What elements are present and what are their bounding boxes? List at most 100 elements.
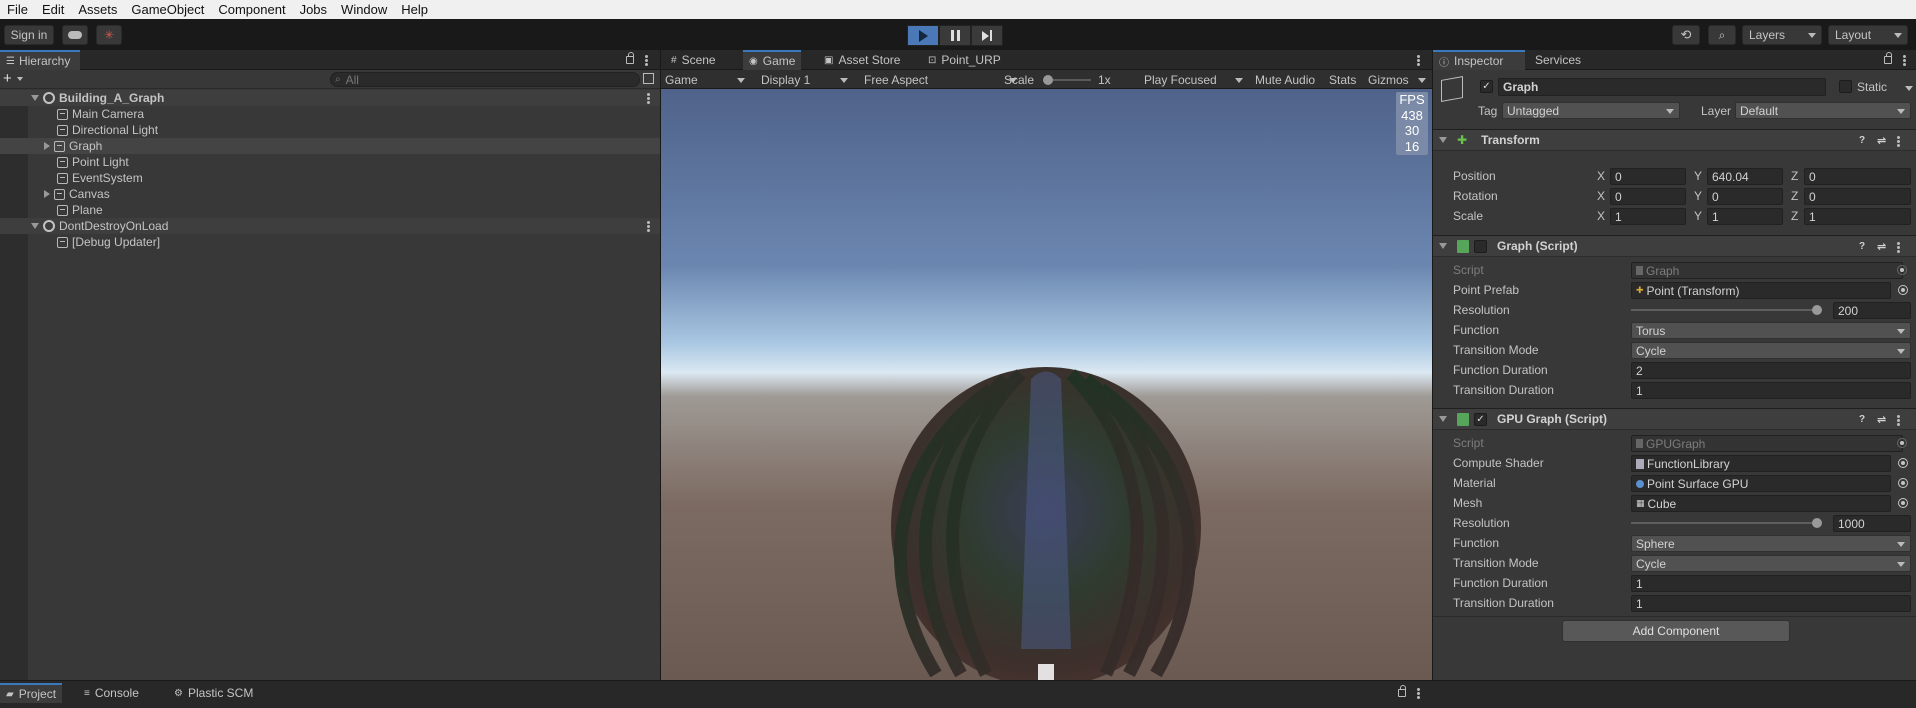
hierarchy-scene-row[interactable]: DontDestroyOnLoad: [0, 218, 660, 234]
hierarchy-scene-row[interactable]: Building_A_Graph: [0, 90, 660, 106]
static-checkbox[interactable]: [1839, 80, 1852, 93]
function-duration-field[interactable]: 2: [1631, 362, 1911, 379]
add-component-button[interactable]: Add Component: [1562, 620, 1790, 642]
scale-z-field[interactable]: 1: [1804, 208, 1911, 225]
component-enabled-checkbox[interactable]: [1474, 239, 1487, 253]
tab-game[interactable]: ◉ Game: [743, 50, 802, 70]
chevron-right-icon[interactable]: [44, 190, 50, 198]
menu-gameobject[interactable]: GameObject: [124, 2, 211, 17]
tab-plastic-scm[interactable]: ⚙ Plastic SCM: [168, 683, 259, 703]
help-icon[interactable]: ?: [1859, 241, 1865, 252]
transform-header[interactable]: ✚ Transform ? ⇌: [1433, 129, 1916, 151]
hierarchy-item-directional-light[interactable]: Directional Light: [0, 122, 660, 138]
play-button[interactable]: [907, 25, 939, 46]
object-picker-icon[interactable]: [1898, 458, 1908, 468]
transition-duration-field[interactable]: 1: [1631, 595, 1911, 612]
scale-slider-knob[interactable]: [1043, 75, 1053, 85]
more-options-icon[interactable]: [1417, 55, 1420, 66]
chevron-down-icon[interactable]: [31, 223, 39, 229]
chevron-down-icon[interactable]: [1439, 137, 1447, 143]
chevron-down-icon[interactable]: [1439, 243, 1447, 249]
resolution-slider-knob[interactable]: [1812, 518, 1823, 528]
help-icon[interactable]: ?: [1859, 414, 1865, 425]
hierarchy-item-debug-updater[interactable]: [Debug Updater]: [0, 234, 660, 250]
scale-y-field[interactable]: 1: [1707, 208, 1783, 225]
resolution-slider[interactable]: [1631, 309, 1821, 311]
position-z-field[interactable]: 0: [1804, 168, 1911, 185]
tab-services[interactable]: Services: [1529, 50, 1587, 70]
gizmos-dropdown[interactable]: Gizmos: [1368, 70, 1431, 89]
scale-x-field[interactable]: 1: [1610, 208, 1686, 225]
function-dropdown[interactable]: Torus: [1631, 322, 1911, 339]
layer-dropdown[interactable]: Default: [1735, 102, 1911, 119]
transition-mode-dropdown[interactable]: Cycle: [1631, 342, 1911, 359]
hierarchy-item-eventsystem[interactable]: EventSystem: [0, 170, 660, 186]
layers-dropdown[interactable]: Layers: [1742, 25, 1822, 45]
game-viewport[interactable]: FPS 438 30 16: [661, 89, 1432, 680]
tab-console[interactable]: ≡ Console: [78, 683, 145, 703]
tab-hierarchy[interactable]: ☰ Hierarchy: [0, 50, 80, 70]
chevron-down-icon[interactable]: [17, 77, 23, 81]
more-options-icon[interactable]: [1897, 136, 1900, 147]
preset-icon[interactable]: ⇌: [1877, 134, 1886, 147]
gpu-graph-script-header[interactable]: ✓ GPU Graph (Script) ? ⇌: [1433, 408, 1916, 430]
lock-icon[interactable]: [1884, 52, 1892, 64]
more-options-icon[interactable]: [1897, 242, 1900, 253]
search-options-icon[interactable]: [643, 73, 654, 84]
rotation-z-field[interactable]: 0: [1804, 188, 1911, 205]
position-x-field[interactable]: 0: [1610, 168, 1686, 185]
hierarchy-item-plane[interactable]: Plane: [0, 202, 660, 218]
hierarchy-search-input[interactable]: ⌕ All: [330, 72, 640, 87]
help-icon[interactable]: ?: [1859, 135, 1865, 146]
chevron-right-icon[interactable]: [44, 142, 50, 150]
object-name-field[interactable]: Graph: [1498, 78, 1826, 96]
menu-assets[interactable]: Assets: [71, 2, 124, 17]
more-options-icon[interactable]: [647, 93, 650, 104]
rotation-x-field[interactable]: 0: [1610, 188, 1686, 205]
mute-audio-toggle[interactable]: Mute Audio: [1255, 70, 1315, 89]
menu-component[interactable]: Component: [211, 2, 292, 17]
search-button[interactable]: ⌕: [1708, 25, 1736, 45]
tab-project[interactable]: ▰ Project: [0, 683, 63, 703]
resolution-slider[interactable]: [1631, 522, 1821, 524]
hierarchy-item-canvas[interactable]: Canvas: [0, 186, 660, 202]
object-picker-icon[interactable]: [1898, 285, 1908, 295]
tab-point-urp[interactable]: ⊡ Point_URP: [922, 50, 1007, 70]
more-options-icon[interactable]: [1417, 688, 1420, 699]
point-prefab-field[interactable]: ✚ Point (Transform): [1631, 282, 1891, 299]
resolution-field[interactable]: 1000: [1833, 515, 1911, 532]
transition-mode-dropdown[interactable]: Cycle: [1631, 555, 1911, 572]
menu-help[interactable]: Help: [394, 2, 435, 17]
preset-icon[interactable]: ⇌: [1877, 240, 1886, 253]
function-dropdown[interactable]: Sphere: [1631, 535, 1911, 552]
more-options-icon[interactable]: [1897, 415, 1900, 426]
lock-icon[interactable]: [1398, 685, 1406, 697]
material-field[interactable]: Point Surface GPU: [1631, 475, 1891, 492]
history-button[interactable]: ⟲: [1672, 25, 1700, 45]
aspect-dropdown[interactable]: Free Aspect: [864, 70, 1022, 89]
chevron-down-icon[interactable]: [31, 95, 39, 101]
tab-scene[interactable]: # Scene: [665, 50, 722, 70]
active-checkbox[interactable]: ✓: [1480, 80, 1493, 93]
lock-icon[interactable]: [626, 52, 634, 64]
tab-asset-store[interactable]: ▣ Asset Store: [818, 50, 906, 70]
mesh-field[interactable]: ▦ Cube: [1631, 495, 1891, 512]
compute-shader-field[interactable]: FunctionLibrary: [1631, 455, 1891, 472]
hierarchy-item-graph[interactable]: Graph: [0, 138, 660, 154]
object-picker-icon[interactable]: [1898, 478, 1908, 488]
transition-duration-field[interactable]: 1: [1631, 382, 1911, 399]
component-enabled-checkbox[interactable]: ✓: [1474, 412, 1487, 426]
more-options-icon[interactable]: [1903, 55, 1906, 66]
game-mode-dropdown[interactable]: Game: [665, 70, 750, 89]
more-options-icon[interactable]: [645, 55, 648, 66]
resolution-slider-knob[interactable]: [1812, 305, 1823, 315]
chevron-down-icon[interactable]: [1905, 86, 1913, 91]
tab-inspector[interactable]: ⓘ Inspector: [1433, 50, 1525, 70]
menu-window[interactable]: Window: [334, 2, 394, 17]
cloud-button[interactable]: [62, 25, 88, 45]
object-picker-icon[interactable]: [1898, 498, 1908, 508]
play-mode-dropdown[interactable]: Play Focused: [1144, 70, 1248, 89]
more-options-icon[interactable]: [647, 221, 650, 232]
step-button[interactable]: [971, 25, 1003, 46]
tag-dropdown[interactable]: Untagged: [1502, 102, 1680, 119]
